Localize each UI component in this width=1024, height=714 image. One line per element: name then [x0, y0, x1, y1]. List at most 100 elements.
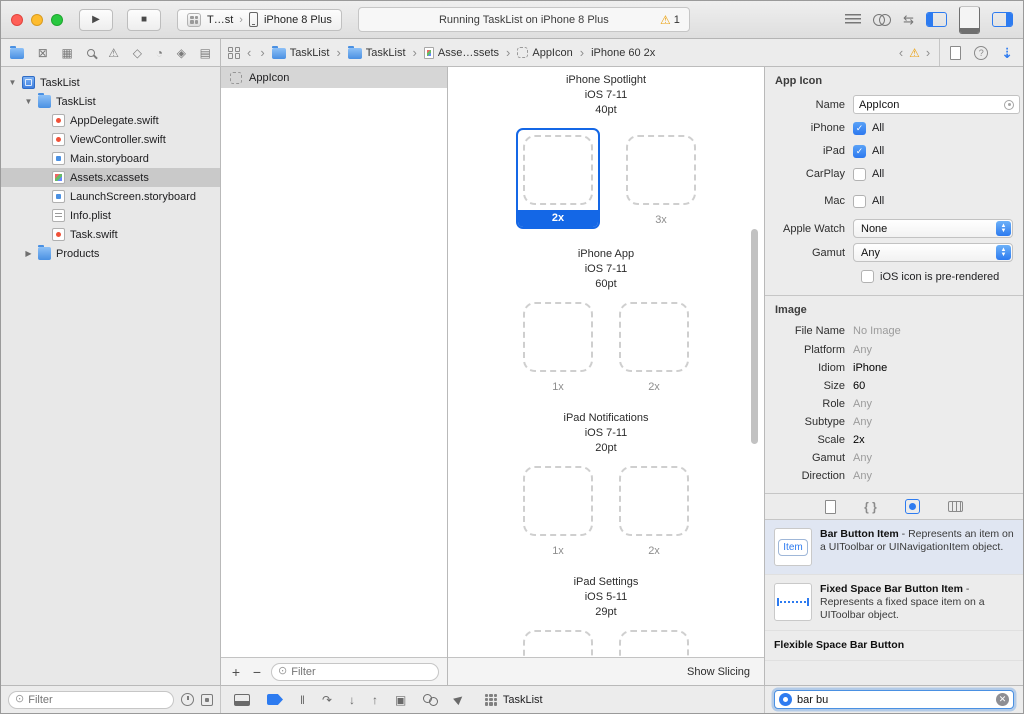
icon-slot-1x[interactable]: 1x — [523, 302, 593, 393]
add-asset-button[interactable]: + — [229, 665, 243, 679]
library-item-fixed-space[interactable]: Fixed Space Bar Button Item - Represents… — [765, 575, 1023, 631]
asset-filter-field[interactable]: ⊙ — [271, 663, 439, 681]
forward-button[interactable]: › — [258, 45, 266, 60]
close-button[interactable] — [11, 14, 23, 26]
library-item-bar-button[interactable]: Item Bar Button Item - Represents an ite… — [765, 520, 1023, 575]
stop-button[interactable]: ■ — [127, 9, 161, 31]
pause-icon[interactable]: ‖ — [300, 694, 305, 706]
back-button[interactable]: ‹ — [245, 45, 253, 60]
debug-memory-graph-icon[interactable] — [423, 694, 438, 706]
remove-asset-button[interactable]: − — [250, 665, 264, 679]
standard-editor-icon[interactable] — [845, 14, 861, 26]
project-navigator-icon[interactable] — [10, 48, 24, 59]
breakpoint-navigator-icon[interactable]: ◈ — [177, 47, 186, 59]
assistant-editor-icon[interactable] — [873, 14, 891, 26]
tree-item-task-swift[interactable]: Task.swift — [1, 225, 220, 244]
icon-slot-2x[interactable] — [619, 630, 689, 657]
scrollbar-thumb[interactable] — [751, 229, 758, 444]
tree-item-infoplist[interactable]: Info.plist — [1, 206, 220, 225]
tree-item-project[interactable]: ▼ TaskList — [1, 73, 220, 92]
icon-slot-well[interactable] — [523, 630, 593, 657]
editor-scroll-area[interactable]: iPhone Spotlight iOS 7-11 40pt 2x 3x — [448, 67, 764, 657]
recent-files-icon[interactable] — [181, 693, 194, 706]
issue-navigator-icon[interactable]: ⚠ — [108, 47, 119, 59]
tree-item-assets[interactable]: Assets.xcassets — [1, 168, 220, 187]
navigator-filter-input[interactable] — [28, 694, 167, 706]
icon-slot-well[interactable] — [619, 466, 689, 536]
breakpoints-toggle-icon[interactable] — [267, 694, 283, 705]
test-navigator-icon[interactable]: ◇ — [133, 47, 142, 59]
icon-slot-well[interactable] — [523, 135, 593, 205]
scheme-selector[interactable]: T…st › iPhone 8 Plus — [177, 9, 342, 31]
library-search-field[interactable]: ✕ — [774, 690, 1014, 709]
object-library-icon[interactable] — [905, 499, 920, 514]
step-into-icon[interactable]: ↓ — [349, 694, 355, 706]
tree-item-main-storyboard[interactable]: Main.storyboard — [1, 149, 220, 168]
toggle-utilities-panel-button[interactable] — [992, 12, 1013, 27]
clear-search-icon[interactable]: ✕ — [996, 693, 1009, 706]
simulate-location-icon[interactable]: ▶ — [453, 693, 467, 707]
counterparts-doc-icon[interactable] — [950, 46, 961, 60]
library-item-flexible-space[interactable]: Flexible Space Bar Button — [765, 631, 1023, 661]
name-input[interactable] — [859, 99, 1001, 111]
prerendered-checkbox[interactable] — [861, 270, 874, 283]
icon-slot-2x[interactable]: 2x — [619, 466, 689, 557]
navigator-filter-field[interactable]: ⊙ — [8, 691, 174, 709]
symbol-navigator-icon[interactable]: ▦ — [62, 47, 73, 59]
step-over-icon[interactable]: ↷ — [322, 694, 332, 706]
scm-status-filter-icon[interactable] — [201, 694, 213, 706]
icon-slot-2x[interactable]: 2x — [619, 302, 689, 393]
run-button[interactable]: ▶ — [79, 9, 113, 31]
breadcrumb-appicon[interactable]: AppIcon — [517, 47, 572, 59]
debug-process-jump[interactable]: TaskList — [485, 694, 543, 706]
report-navigator-icon[interactable]: ▤ — [200, 47, 211, 59]
disclosure-triangle-icon[interactable]: ▶ — [24, 249, 33, 258]
iphone-checkbox[interactable]: ✓ — [853, 122, 866, 135]
ipad-checkbox[interactable]: ✓ — [853, 145, 866, 158]
breadcrumb-slot[interactable]: iPhone 60 2x — [591, 47, 655, 59]
zoom-button[interactable] — [51, 14, 63, 26]
warning-badge[interactable]: ⚠ 1 — [660, 14, 680, 26]
show-slicing-button[interactable]: Show Slicing — [687, 666, 750, 678]
breadcrumb-assets[interactable]: Asse…ssets — [424, 47, 499, 59]
asset-filter-input[interactable] — [291, 666, 432, 678]
find-navigator-icon[interactable] — [87, 49, 95, 57]
tree-item-viewcontroller[interactable]: ViewController.swift — [1, 130, 220, 149]
toggle-navigator-panel-button[interactable] — [926, 12, 947, 27]
mac-checkbox[interactable] — [853, 195, 866, 208]
tree-item-launchscreen[interactable]: LaunchScreen.storyboard — [1, 187, 220, 206]
tree-item-group[interactable]: ▼ TaskList — [1, 92, 220, 111]
step-out-icon[interactable]: ↑ — [372, 694, 378, 706]
tree-item-products[interactable]: ▶ Products — [1, 244, 220, 263]
asset-list-item-appicon[interactable]: AppIcon — [221, 67, 447, 88]
media-library-icon[interactable] — [948, 501, 963, 512]
tree-item-appdelegate[interactable]: AppDelegate.swift — [1, 111, 220, 130]
previous-issue-button[interactable]: ‹ — [897, 45, 905, 60]
gamut-popup[interactable]: Any ▲▼ — [853, 243, 1013, 262]
debug-navigator-icon[interactable]: ◔ — [156, 47, 163, 59]
code-snippet-library-icon[interactable]: { } — [864, 500, 877, 514]
help-icon[interactable]: ? — [974, 46, 988, 60]
toggle-debug-area-button[interactable] — [959, 6, 980, 34]
breadcrumb-project[interactable]: TaskList — [272, 46, 330, 59]
pull-down-icon[interactable]: ⇣ — [1001, 46, 1013, 60]
icon-slot-well[interactable] — [619, 630, 689, 657]
debug-view-hierarchy-icon[interactable]: ▣ — [395, 694, 406, 706]
icon-slot-1x[interactable]: 1x — [523, 466, 593, 557]
icon-slot-1x[interactable] — [523, 630, 593, 657]
hide-debug-area-icon[interactable] — [234, 694, 250, 706]
minimize-button[interactable] — [31, 14, 43, 26]
icon-slot-well[interactable] — [619, 302, 689, 372]
breadcrumb-group[interactable]: TaskList — [348, 46, 406, 59]
icon-slot-well[interactable] — [523, 466, 593, 536]
file-template-library-icon[interactable] — [825, 500, 836, 514]
icon-slot-well[interactable] — [523, 302, 593, 372]
apple-watch-popup[interactable]: None ▲▼ — [853, 219, 1013, 238]
carplay-checkbox[interactable] — [853, 168, 866, 181]
next-issue-button[interactable]: › — [924, 45, 932, 60]
name-field[interactable] — [853, 95, 1020, 114]
icon-slot-well[interactable] — [626, 135, 696, 205]
icon-slot-3x[interactable]: 3x — [626, 135, 696, 226]
icon-slot-2x-selected[interactable]: 2x — [516, 128, 600, 229]
source-control-navigator-icon[interactable]: ⊠ — [38, 47, 48, 59]
